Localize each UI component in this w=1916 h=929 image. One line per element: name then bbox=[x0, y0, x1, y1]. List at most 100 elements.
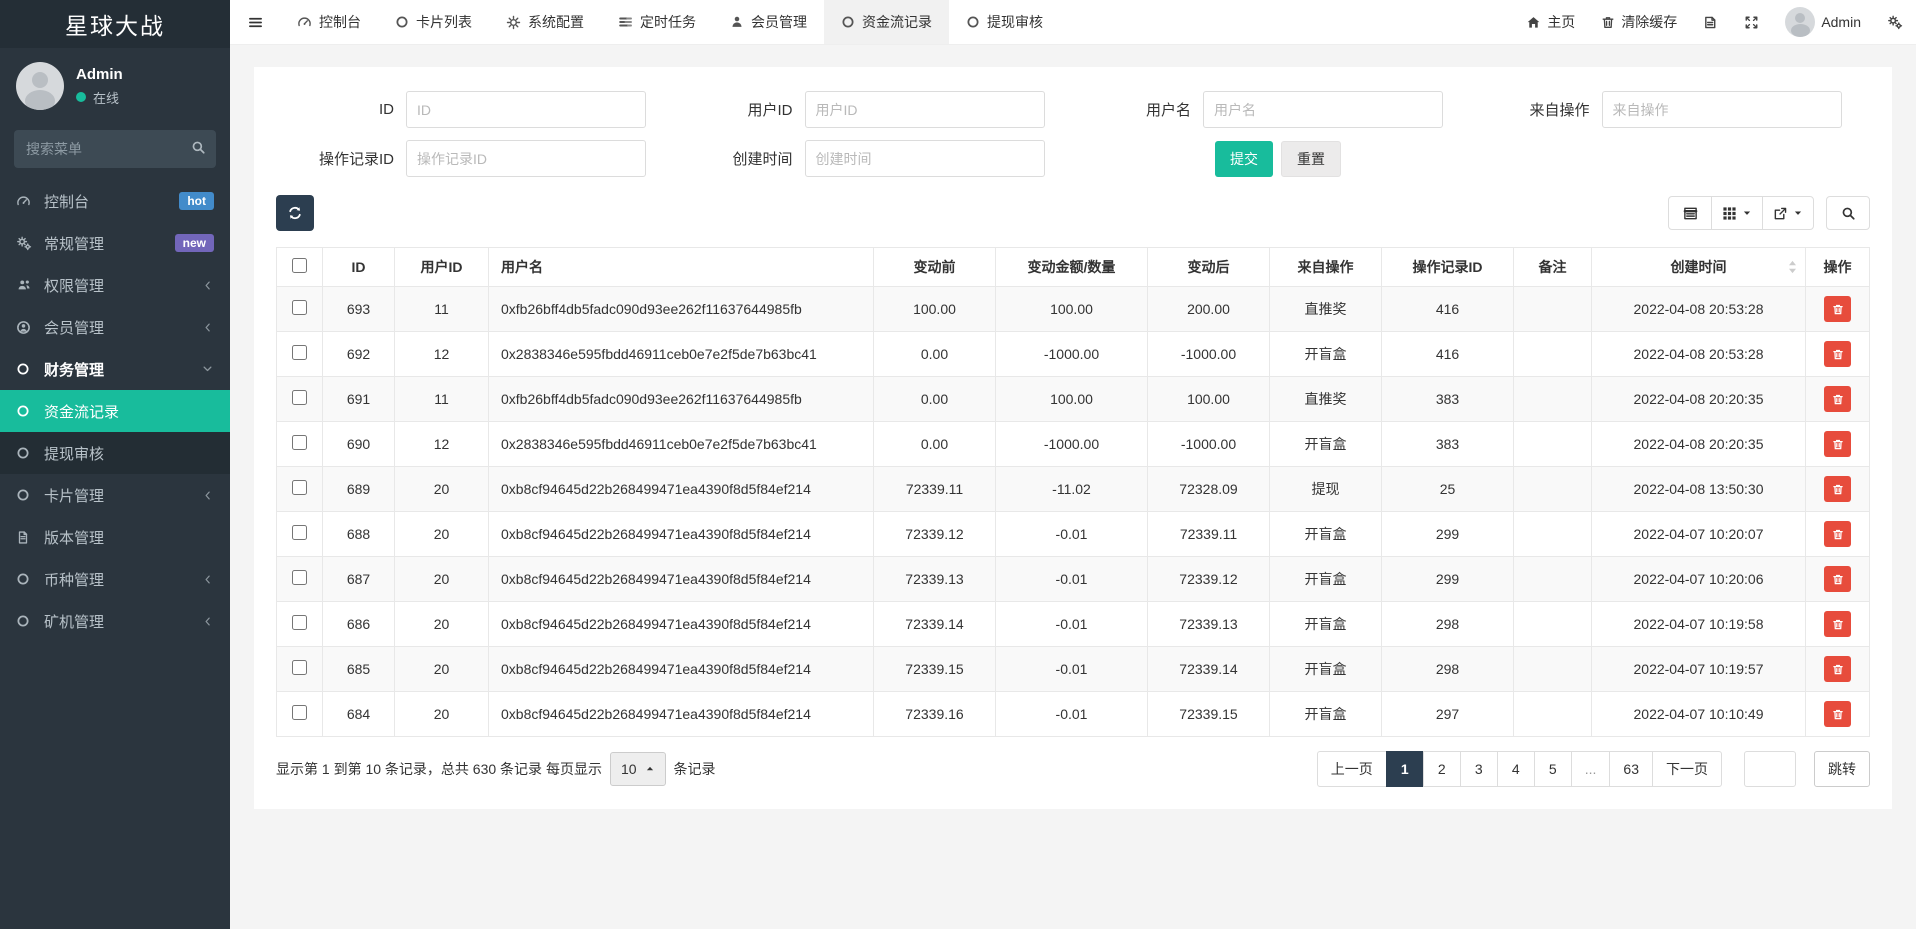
sidebar-item-auth[interactable]: 权限管理 bbox=[0, 264, 230, 306]
fullscreen-button[interactable] bbox=[1731, 0, 1772, 44]
page-item-上一页[interactable]: 上一页 bbox=[1317, 751, 1387, 787]
delete-button[interactable] bbox=[1824, 296, 1851, 322]
columns-dropdown-button[interactable] bbox=[1711, 196, 1763, 230]
tab-system-config[interactable]: 系统配置 bbox=[489, 0, 601, 44]
sidebar-item-card[interactable]: 卡片管理 bbox=[0, 474, 230, 516]
created-input[interactable] bbox=[805, 140, 1045, 177]
tab-withdraw-audit[interactable]: 提现审核 bbox=[949, 0, 1060, 44]
grid-icon bbox=[1722, 206, 1737, 221]
cell-amount: 100.00 bbox=[996, 377, 1148, 422]
search-toggle-button[interactable] bbox=[1826, 196, 1870, 230]
filter-field-created: 创建时间 bbox=[675, 140, 1074, 177]
page-list: 上一页12345...63下一页 bbox=[1317, 751, 1722, 787]
cell-created: 2022-04-07 10:10:49 bbox=[1592, 692, 1806, 737]
page-size-select[interactable]: 10 bbox=[610, 752, 666, 786]
delete-button[interactable] bbox=[1824, 476, 1851, 502]
sidebar-item-moneylog[interactable]: 资金流记录 bbox=[0, 390, 230, 432]
cell-id: 686 bbox=[323, 602, 395, 647]
refresh-button[interactable] bbox=[276, 195, 314, 231]
username-input[interactable] bbox=[1203, 91, 1443, 128]
row-checkbox[interactable] bbox=[292, 570, 307, 585]
delete-button[interactable] bbox=[1824, 521, 1851, 547]
page-item-5[interactable]: 5 bbox=[1534, 751, 1572, 787]
delete-button[interactable] bbox=[1824, 431, 1851, 457]
hamburger-menu-icon[interactable] bbox=[230, 0, 280, 44]
select-all-checkbox[interactable] bbox=[292, 258, 307, 273]
clear-cache-button[interactable]: 清除缓存 bbox=[1588, 0, 1690, 44]
tab-card-list[interactable]: 卡片列表 bbox=[378, 0, 489, 44]
cell-record-id: 298 bbox=[1382, 647, 1514, 692]
sidebar-item-label: 会员管理 bbox=[44, 317, 202, 338]
column-header: 变动金额/数量 bbox=[996, 248, 1148, 287]
page-item-4[interactable]: 4 bbox=[1497, 751, 1535, 787]
sidebar-item-withdraw-audit[interactable]: 提现审核 bbox=[0, 432, 230, 474]
page-item-...: ... bbox=[1571, 751, 1611, 787]
delete-button[interactable] bbox=[1824, 611, 1851, 637]
reset-button[interactable]: 重置 bbox=[1281, 141, 1341, 177]
row-checkbox[interactable] bbox=[292, 435, 307, 450]
cell-id: 685 bbox=[323, 647, 395, 692]
cell-username: 0xb8cf94645d22b268499471ea4390f8d5f84ef2… bbox=[489, 512, 874, 557]
tab-moneylog[interactable]: 资金流记录 bbox=[824, 0, 949, 44]
delete-button[interactable] bbox=[1824, 701, 1851, 727]
delete-button[interactable] bbox=[1824, 566, 1851, 592]
row-checkbox[interactable] bbox=[292, 300, 307, 315]
cell-before: 0.00 bbox=[874, 332, 996, 377]
column-header[interactable]: 创建时间 bbox=[1592, 248, 1806, 287]
circle-icon bbox=[16, 362, 40, 376]
jump-button[interactable]: 跳转 bbox=[1814, 751, 1870, 787]
jump-page-input[interactable] bbox=[1744, 751, 1796, 787]
submit-button[interactable]: 提交 bbox=[1215, 141, 1273, 177]
page-item-63[interactable]: 63 bbox=[1609, 751, 1653, 787]
cell-remark bbox=[1514, 602, 1592, 647]
cogs-icon bbox=[1887, 15, 1903, 30]
clear-cache-label: 清除缓存 bbox=[1621, 12, 1677, 32]
source-input[interactable] bbox=[1602, 91, 1842, 128]
page-item-2[interactable]: 2 bbox=[1423, 751, 1461, 787]
sidebar-item-general[interactable]: 常规管理new bbox=[0, 222, 230, 264]
row-checkbox[interactable] bbox=[292, 660, 307, 675]
tab-console[interactable]: 控制台 bbox=[280, 0, 378, 44]
page-item-1[interactable]: 1 bbox=[1386, 751, 1424, 787]
records-info-suffix: 条记录 bbox=[674, 759, 716, 779]
user-id-input[interactable] bbox=[805, 91, 1045, 128]
circle-icon bbox=[966, 15, 980, 29]
export-dropdown-button[interactable] bbox=[1762, 196, 1814, 230]
delete-button[interactable] bbox=[1824, 656, 1851, 682]
row-checkbox[interactable] bbox=[292, 615, 307, 630]
chevron-left-icon bbox=[202, 615, 214, 628]
cell-amount: 100.00 bbox=[996, 287, 1148, 332]
sidebar-item-finance[interactable]: 财务管理 bbox=[0, 348, 230, 390]
sidebar-item-miner[interactable]: 矿机管理 bbox=[0, 600, 230, 642]
id-input[interactable] bbox=[406, 91, 646, 128]
menu-search-input[interactable] bbox=[14, 130, 216, 168]
profile-menu[interactable]: Admin bbox=[1772, 0, 1874, 44]
tab-member[interactable]: 会员管理 bbox=[713, 0, 824, 44]
row-checkbox[interactable] bbox=[292, 705, 307, 720]
delete-button[interactable] bbox=[1824, 341, 1851, 367]
delete-button[interactable] bbox=[1824, 386, 1851, 412]
row-checkbox[interactable] bbox=[292, 525, 307, 540]
avatar bbox=[1785, 7, 1815, 37]
sidebar-item-version[interactable]: 版本管理 bbox=[0, 516, 230, 558]
page-item-下一页[interactable]: 下一页 bbox=[1652, 751, 1722, 787]
row-checkbox[interactable] bbox=[292, 345, 307, 360]
records-info: 显示第 1 到第 10 条记录，总共 630 条记录 每页显示 10 条记录 bbox=[276, 752, 716, 786]
tab-cron[interactable]: 定时任务 bbox=[601, 0, 713, 44]
toggle-view-button[interactable] bbox=[1668, 196, 1712, 230]
page-item-3[interactable]: 3 bbox=[1460, 751, 1498, 787]
caret-down-icon bbox=[1793, 208, 1803, 218]
record-id-input[interactable] bbox=[406, 140, 646, 177]
tab-label: 定时任务 bbox=[640, 12, 696, 32]
settings-button[interactable] bbox=[1874, 0, 1916, 44]
sidebar-item-member[interactable]: 会员管理 bbox=[0, 306, 230, 348]
cell-username: 0xb8cf94645d22b268499471ea4390f8d5f84ef2… bbox=[489, 647, 874, 692]
sidebar-item-console[interactable]: 控制台hot bbox=[0, 180, 230, 222]
sidebar-item-coin[interactable]: 币种管理 bbox=[0, 558, 230, 600]
docs-button[interactable] bbox=[1690, 0, 1731, 44]
sidebar-item-label: 资金流记录 bbox=[44, 401, 214, 422]
cell-actions bbox=[1806, 332, 1870, 377]
row-checkbox[interactable] bbox=[292, 480, 307, 495]
row-checkbox[interactable] bbox=[292, 390, 307, 405]
home-button[interactable]: 主页 bbox=[1513, 0, 1588, 44]
